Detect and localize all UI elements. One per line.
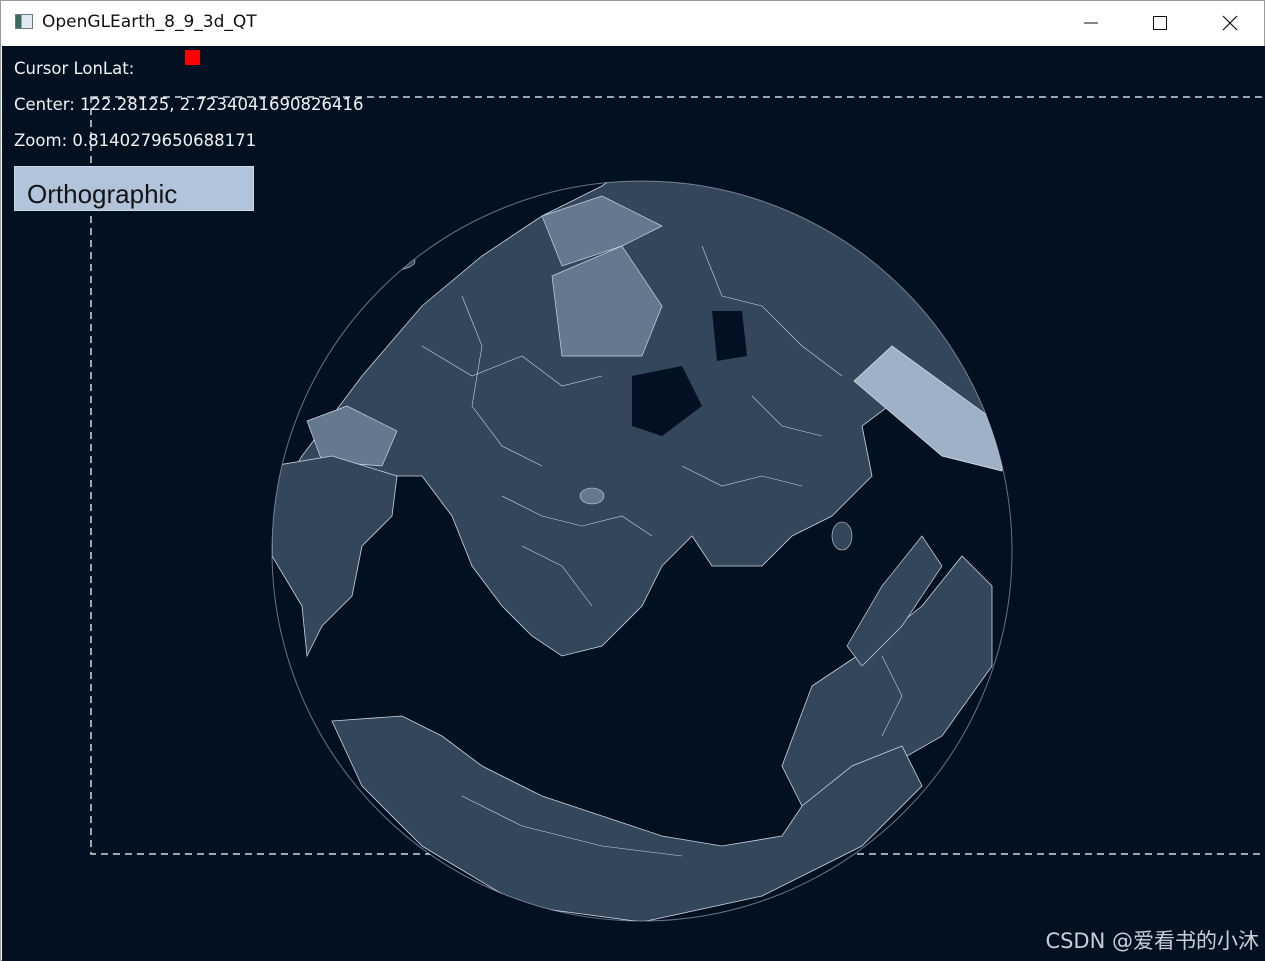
red-marker [185,50,200,65]
center-readout: Center: 122.28125, 2.7234041690826416 [14,95,364,114]
close-icon [1222,15,1238,31]
island-small [579,487,605,505]
cursor-lonlat-label: Cursor LonLat: [14,59,135,78]
window-title: OpenGLEarth_8_9_3d_QT [42,12,257,32]
lake [712,311,747,361]
title-bar[interactable]: OpenGLEarth_8_9_3d_QT [1,1,1264,45]
projection-toggle-button[interactable]: Orthographic [14,166,254,211]
close-button[interactable] [1195,1,1265,45]
maximize-icon [1153,16,1167,30]
island-small [831,521,853,551]
maximize-button[interactable] [1125,1,1195,45]
minimize-icon [1084,22,1098,24]
globe [272,181,1012,921]
globe-viewport[interactable]: Cursor LonLat: Center: 122.28125, 2.7234… [2,46,1265,961]
app-window: OpenGLEarth_8_9_3d_QT Cursor LonLat: Cen… [0,0,1265,961]
island-small [358,250,416,272]
minimize-button[interactable] [1056,1,1126,45]
zoom-readout: Zoom: 0.8140279650688171 [14,131,257,150]
watermark: CSDN @爱看书的小沐 [1045,929,1259,953]
app-window-icon [15,14,33,29]
